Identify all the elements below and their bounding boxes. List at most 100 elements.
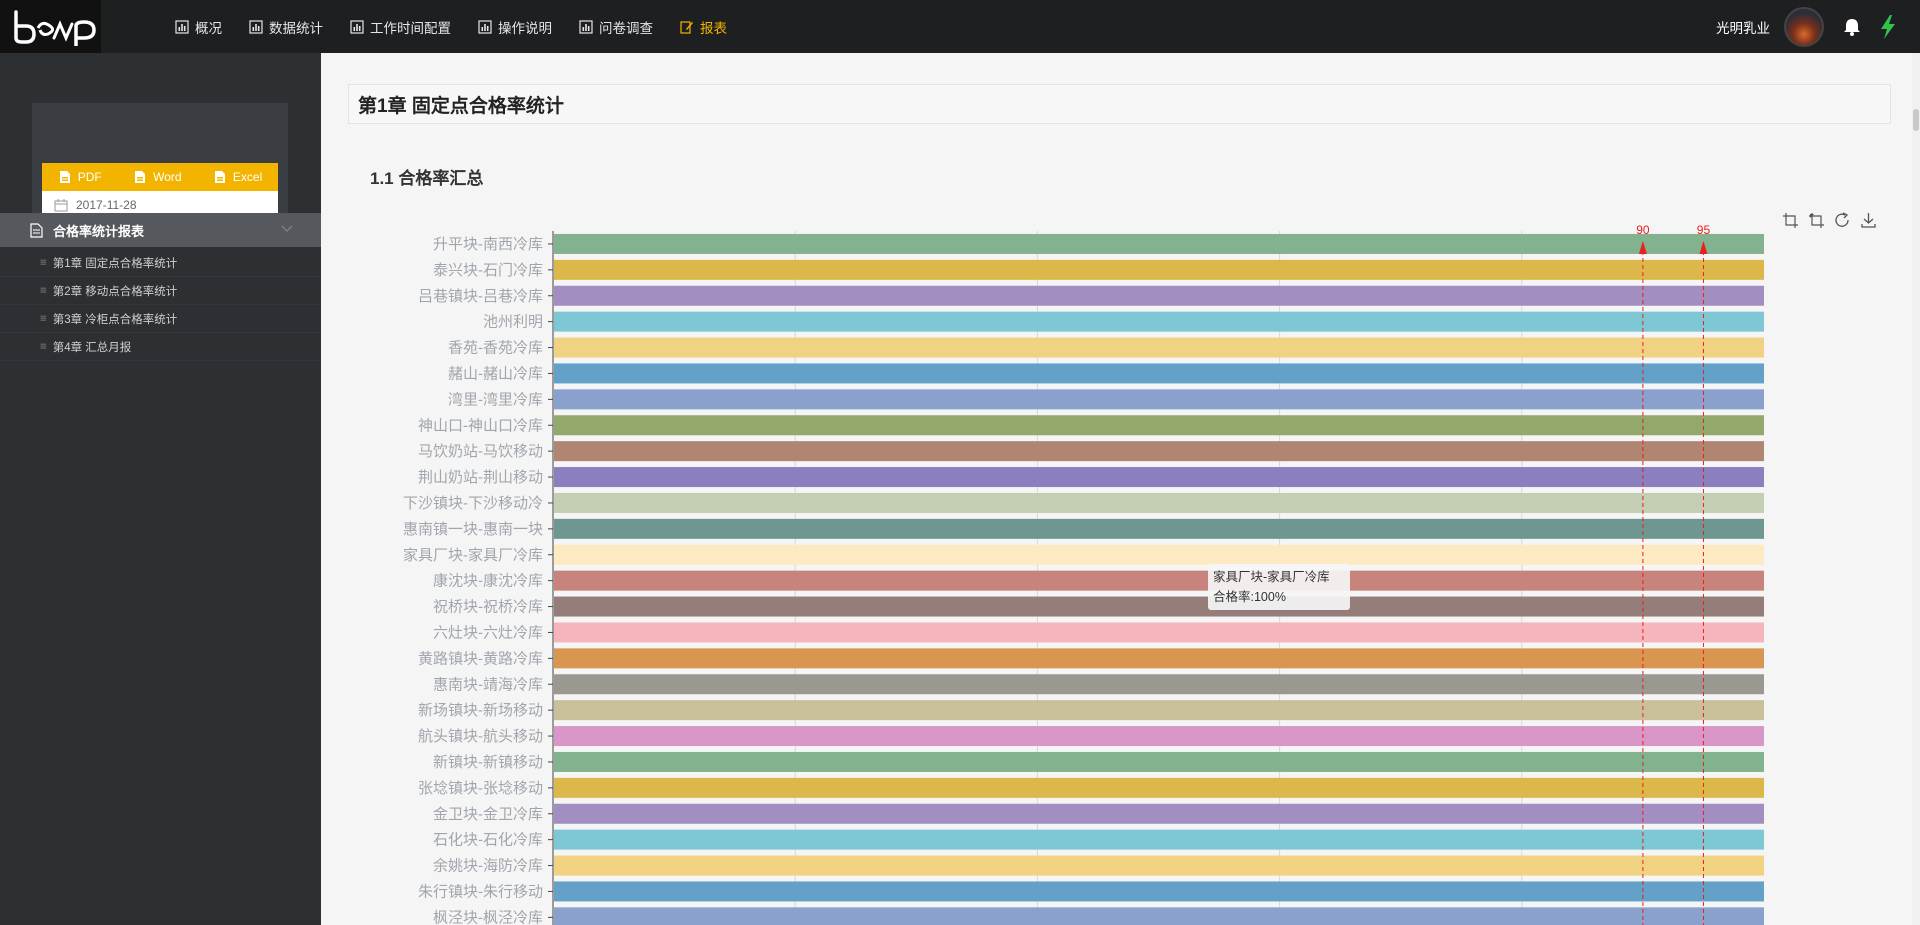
main-nav: 概况 数据统计 工作时间配置 操作说明 问卷调查 报表	[175, 0, 754, 53]
file-icon	[59, 171, 70, 183]
sidebar-item-1[interactable]: ≡ 第1章 固定点合格率统计	[0, 249, 321, 277]
y-tick-label: 黄路镇块-黄路冷库	[418, 650, 543, 667]
pass-rate-chart: 升平块-南西冷库泰兴块-石门冷库吕巷镇块-吕巷冷库池州利明香苑-香苑冷库赭山-赭…	[403, 223, 1764, 925]
chart-bar	[554, 467, 1764, 488]
y-tick-label: 马饮奶站-马饮移动	[418, 443, 543, 460]
chart-bar	[554, 648, 1764, 669]
export-word-label: Word	[153, 170, 182, 184]
nav-item-1[interactable]: 数据统计	[249, 17, 323, 37]
y-tick-label: 航头镇块-航头移动	[418, 728, 543, 745]
chart-bar	[554, 337, 1764, 358]
y-tick-label: 张埝镇块-张埝移动	[418, 780, 543, 797]
y-tick-label: 石化块-石化冷库	[433, 832, 543, 849]
chart-icon	[175, 19, 189, 34]
nav-item-label: 概况	[195, 20, 222, 36]
sidebar-item-label: 第4章 汇总月报	[52, 341, 132, 354]
nav-item-label: 操作说明	[498, 20, 552, 36]
bell-icon[interactable]	[1842, 17, 1862, 37]
sidebar-item-2[interactable]: ≡ 第2章 移动点合格率统计	[0, 277, 321, 305]
chart-bar	[554, 441, 1764, 462]
y-tick-label: 神山口-神山口冷库	[418, 417, 543, 434]
y-tick-label: 惠南镇一块-惠南一块	[403, 521, 543, 538]
logo-icon[interactable]	[12, 8, 102, 46]
y-tick-label: 池州利明	[483, 314, 543, 331]
chart-bar	[554, 751, 1764, 772]
chart-icon	[350, 19, 364, 34]
nav-item-0[interactable]: 概况	[175, 17, 222, 37]
file-icon	[135, 171, 146, 183]
report-menu-header[interactable]: 合格率统计报表	[0, 213, 321, 247]
report-menu-title: 合格率统计报表	[53, 223, 145, 239]
chart-bar	[554, 415, 1764, 436]
y-tick-label: 惠南块-靖海冷库	[433, 676, 543, 693]
avatar[interactable]	[1784, 6, 1824, 47]
y-tick-label: 下沙镇块-下沙移动冷	[403, 495, 543, 512]
mark-line-label: 90	[1636, 223, 1650, 237]
y-tick-label: 余姚块-海防冷库	[433, 857, 543, 875]
nav-item-4[interactable]: 问卷调查	[579, 17, 653, 37]
chart-bar	[554, 907, 1764, 925]
export-excel-label: Excel	[232, 170, 263, 184]
list-icon: ≡	[40, 284, 47, 297]
sidebar: PDF Word Excel 2017-11-28 合格率统计报表 ≡ 第1章 固…	[0, 53, 321, 925]
chart-bar	[554, 726, 1764, 747]
edit-icon	[680, 20, 693, 34]
chart-bar	[554, 855, 1764, 876]
chart-tooltip: 家具厂块-家具厂冷库 合格率:100%	[1208, 564, 1350, 610]
date-value: 2017-11-28	[76, 198, 137, 212]
y-tick-label: 赭山-赭山冷库	[448, 365, 543, 382]
report-menu-list: ≡ 第1章 固定点合格率统计 ≡ 第2章 移动点合格率统计 ≡ 第3章 冷柜点合格率统计 ≡…	[0, 249, 321, 361]
chart-icon	[478, 19, 492, 34]
sidebar-item-3[interactable]: ≡ 第3章 冷柜点合格率统计	[0, 305, 321, 333]
y-tick-label: 康沈块-康沈冷库	[433, 573, 543, 590]
chart-bar	[554, 570, 1764, 591]
chart-bar	[554, 829, 1764, 850]
sidebar-item-label: 第1章 固定点合格率统计	[52, 257, 178, 270]
chart-bar	[554, 259, 1764, 280]
chart-bar	[554, 803, 1764, 824]
chart-bar	[554, 389, 1764, 410]
chart-bar	[554, 363, 1764, 384]
chart-bar	[554, 622, 1764, 643]
export-pdf-button[interactable]: PDF	[58, 170, 102, 184]
nav-item-label: 问卷调查	[599, 20, 653, 36]
page-scrollbar[interactable]	[1912, 53, 1920, 925]
y-tick-label: 香苑-香苑冷库	[448, 340, 543, 357]
chart-bar	[554, 518, 1764, 539]
chart-bar	[554, 492, 1764, 513]
scrollbar-thumb[interactable]	[1913, 109, 1919, 131]
chart-bar	[554, 233, 1764, 254]
nav-item-5[interactable]: 报表	[680, 17, 727, 37]
export-excel-button[interactable]: Excel	[213, 170, 262, 184]
y-tick-label: 枫泾块-枫泾冷库	[433, 909, 543, 925]
y-tick-label: 六灶块-六灶冷库	[433, 624, 543, 641]
chart-bar	[554, 700, 1764, 721]
export-word-button[interactable]: Word	[133, 170, 182, 184]
user-area: 光明乳业	[1716, 0, 1920, 53]
tooltip-title: 家具厂块-家具厂冷库	[1213, 570, 1330, 584]
nav-item-2[interactable]: 工作时间配置	[350, 17, 451, 37]
y-tick-label: 家具厂块-家具厂冷库	[403, 547, 543, 564]
file-icon	[214, 171, 225, 183]
chevron-down-icon	[281, 225, 293, 232]
chart-bar	[554, 285, 1764, 306]
y-tick-label: 升平块-南西冷库	[433, 236, 543, 253]
list-icon: ≡	[40, 340, 47, 353]
nav-item-label: 报表	[700, 20, 727, 36]
top-navbar: 概况 数据统计 工作时间配置 操作说明 问卷调查 报表 光明乳业	[0, 0, 1920, 53]
chart-icon	[579, 19, 593, 34]
y-tick-label: 祝桥块-祝桥冷库	[433, 599, 543, 616]
y-tick-label: 泰兴块-石门冷库	[433, 262, 543, 279]
user-name[interactable]: 光明乳业	[1716, 17, 1770, 37]
lightning-icon[interactable]	[1880, 14, 1896, 39]
y-tick-label: 吕巷镇块-吕巷冷库	[418, 288, 543, 305]
chart-bar	[554, 544, 1764, 565]
y-tick-label: 朱行镇块-朱行移动	[418, 883, 543, 900]
nav-item-label: 工作时间配置	[370, 20, 451, 36]
mark-line-label: 95	[1697, 223, 1711, 237]
sidebar-item-4[interactable]: ≡ 第4章 汇总月报	[0, 333, 321, 361]
y-tick-label: 湾里-湾里冷库	[448, 391, 543, 408]
chart-icon	[249, 19, 263, 34]
nav-item-3[interactable]: 操作说明	[478, 17, 552, 37]
y-tick-label: 荆山奶站-荆山移动	[418, 469, 543, 486]
